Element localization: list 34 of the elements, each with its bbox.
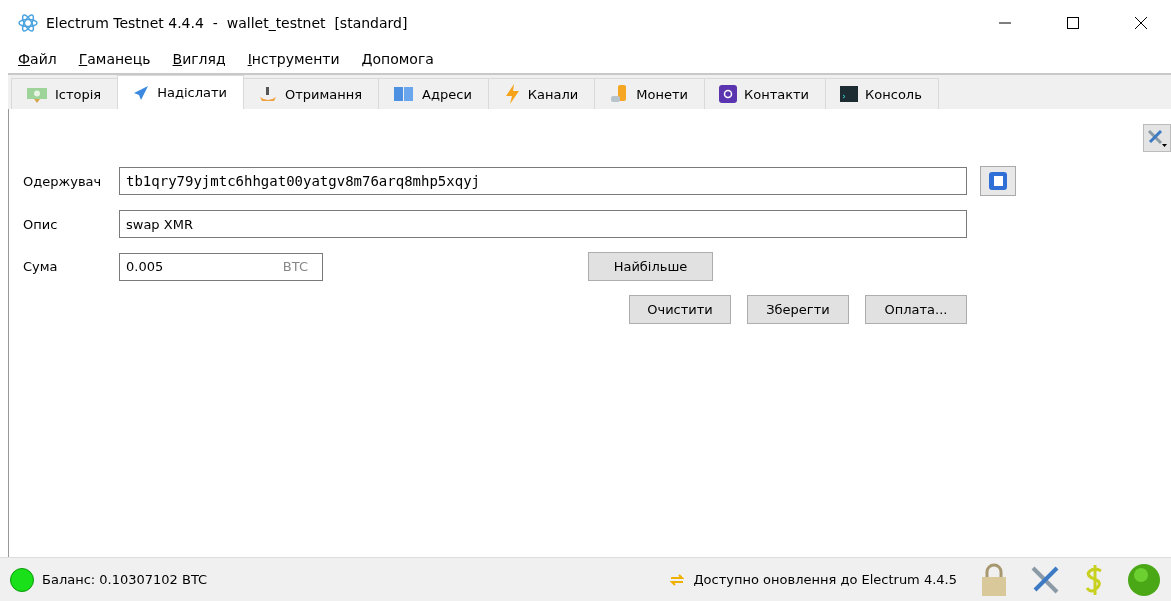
form-button[interactable]: Оплата... — [865, 295, 967, 324]
maximize-icon[interactable] — [1066, 15, 1080, 30]
tab[interactable]: Історія — [11, 78, 119, 109]
menu-item[interactable]: Допомога — [361, 51, 434, 67]
max-button[interactable]: Найбільше — [588, 252, 713, 281]
update-notice[interactable]: Доступно оновлення до Electrum 4.4.5 — [693, 572, 957, 587]
window-title: Electrum Testnet 4.4.4 - wallet_testnet [standard] — [46, 14, 409, 31]
atom-logo-icon — [18, 12, 38, 33]
menu-item[interactable]: Гаманець — [78, 51, 151, 67]
tab[interactable]: Консоль — [825, 78, 939, 109]
status-dot — [10, 567, 34, 592]
recipient-field[interactable]: tb1qry79yjmtc6hhgat00yatgv8m76arq8mhp5xqyj — [119, 167, 967, 195]
form-button[interactable]: Очистити — [629, 295, 731, 324]
tab[interactable]: Надіслати — [117, 75, 244, 109]
description-field[interactable]: swap XMR — [119, 210, 967, 238]
menu-item[interactable]: Інструменти — [247, 51, 340, 67]
form-button[interactable]: Зберегти — [747, 295, 849, 324]
field-label: Одержувач — [23, 173, 103, 189]
field-label: Опис — [23, 216, 59, 232]
banknote-icon — [26, 85, 48, 103]
status-ball-icon[interactable] — [1127, 562, 1161, 597]
padlock-icon[interactable] — [979, 562, 1009, 597]
terminal-icon — [840, 86, 859, 102]
field-label: Сума — [23, 259, 59, 274]
paper-plane-icon — [132, 83, 151, 102]
address-book-icon — [393, 85, 416, 103]
balance-text: Баланс: 0.10307102 BTC — [42, 572, 208, 587]
menu-item[interactable]: Вигляд — [172, 51, 226, 67]
close-icon[interactable] — [1134, 15, 1148, 30]
amount-field[interactable]: 0.005 BTC — [119, 252, 323, 281]
refresh-arrows-icon — [669, 572, 686, 587]
paste-button[interactable] — [980, 166, 1016, 196]
at-sign-icon — [718, 85, 737, 103]
menu-item[interactable]: Файл — [18, 51, 57, 67]
